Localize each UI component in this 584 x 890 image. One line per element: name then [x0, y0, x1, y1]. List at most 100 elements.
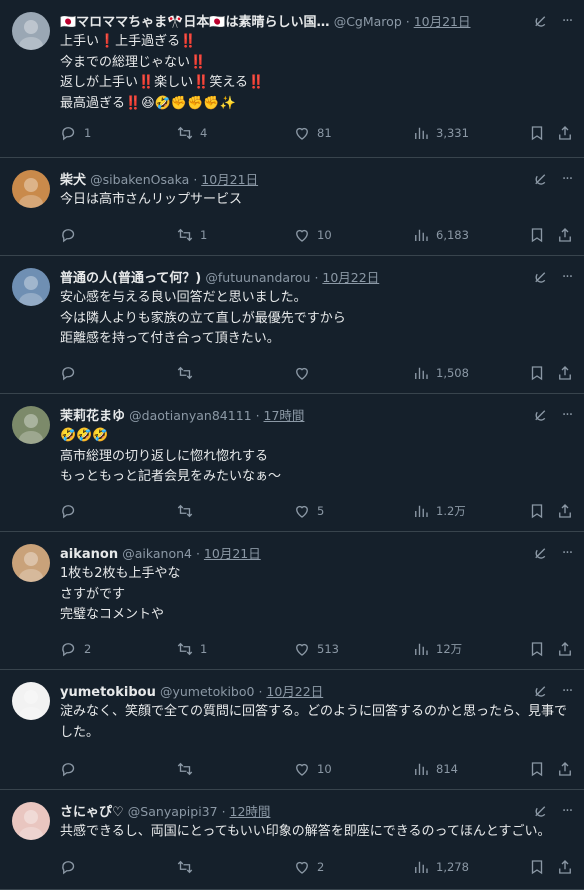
reply-tweet[interactable]: aikanon @aikanon4 · 10月21日 ··· 1枚も2枚も上手やなさ…	[0, 532, 584, 670]
timestamp[interactable]: 10月21日	[201, 172, 258, 187]
grok-button[interactable]	[532, 544, 550, 564]
like-button[interactable]	[293, 362, 317, 384]
reply-tweet[interactable]: 普通の人(普通って何？) @futuunandarou · 10月22日 ··· 安…	[0, 256, 584, 394]
display-name[interactable]: 🇯🇵マロママちゃま🎌日本🇯🇵は素晴らしい国…	[60, 15, 330, 30]
user-handle[interactable]: @yumetokibo0	[160, 684, 254, 699]
avatar[interactable]	[12, 268, 50, 306]
grok-button[interactable]	[532, 268, 550, 288]
more-options-button[interactable]: ···	[558, 682, 576, 702]
more-options-button[interactable]: ···	[558, 406, 576, 426]
views-button[interactable]: 12万	[412, 638, 462, 660]
share-button[interactable]	[556, 758, 574, 780]
reply-tweet[interactable]: yumetokibou @yumetokibo0 · 10月22日 ··· 淀みなく…	[0, 670, 584, 790]
views-button[interactable]: 1.2万	[412, 500, 466, 522]
retweet-button[interactable]: 1	[176, 638, 207, 660]
like-button[interactable]: 5	[293, 500, 324, 522]
views-button[interactable]: 1,508	[412, 362, 469, 384]
retweet-button[interactable]: 4	[176, 122, 207, 144]
grok-icon	[535, 410, 546, 421]
retweet-button[interactable]	[176, 856, 200, 878]
reply-button[interactable]: 2	[60, 638, 91, 660]
reply-button[interactable]	[60, 856, 84, 878]
reply-button[interactable]	[60, 362, 84, 384]
like-button[interactable]: 10	[293, 224, 332, 246]
grok-button[interactable]	[532, 12, 550, 32]
reply-icon	[62, 127, 75, 141]
reply-tweet[interactable]: さにゃぴ♡ @Sanyapipi37 · 12時間 ··· 共感できるし、両国にとっ…	[0, 790, 584, 890]
avatar[interactable]	[12, 682, 50, 720]
timestamp[interactable]: 10月22日	[322, 270, 379, 285]
more-options-button[interactable]: ···	[558, 802, 576, 822]
more-options-button[interactable]: ···	[558, 170, 576, 190]
avatar[interactable]	[12, 802, 50, 840]
views-button[interactable]: 1,278	[412, 856, 469, 878]
timestamp[interactable]: 17時間	[264, 408, 305, 423]
bookmark-button[interactable]	[528, 500, 546, 522]
user-handle[interactable]: @sibakenOsaka	[90, 172, 189, 187]
bookmark-button[interactable]	[528, 224, 546, 246]
display-name[interactable]: 普通の人(普通って何？)	[60, 271, 201, 286]
tweet-header: 普通の人(普通って何？) @futuunandarou · 10月22日 ···	[60, 268, 584, 288]
tweet-text-line: 淀みなく、笑顔で全ての質問に回答する。どのように回答するのかと思ったら、見事でし…	[60, 704, 568, 740]
bookmark-button[interactable]	[528, 638, 546, 660]
like-button[interactable]: 10	[293, 758, 332, 780]
user-handle[interactable]: @CgMarop	[334, 14, 402, 29]
views-button[interactable]: 3,331	[412, 122, 469, 144]
avatar[interactable]	[12, 406, 50, 444]
user-handle[interactable]: @Sanyapipi37	[128, 804, 218, 819]
grok-button[interactable]	[532, 406, 550, 426]
timestamp[interactable]: 10月22日	[266, 684, 323, 699]
avatar[interactable]	[12, 170, 50, 208]
share-button[interactable]	[556, 362, 574, 384]
bookmark-button[interactable]	[528, 122, 546, 144]
timestamp[interactable]: 10月21日	[204, 546, 261, 561]
share-button[interactable]	[556, 500, 574, 522]
more-options-button[interactable]: ···	[558, 544, 576, 564]
grok-button[interactable]	[532, 170, 550, 190]
share-button[interactable]	[556, 224, 574, 246]
reply-button[interactable]	[60, 500, 84, 522]
retweet-button[interactable]	[176, 500, 200, 522]
timestamp[interactable]: 10月21日	[414, 14, 471, 29]
user-handle[interactable]: @futuunandarou	[205, 270, 310, 285]
reply-button[interactable]	[60, 224, 84, 246]
display-name[interactable]: aikanon	[60, 547, 118, 562]
timestamp[interactable]: 12時間	[230, 804, 271, 819]
display-name[interactable]: さにゃぴ♡	[60, 805, 124, 820]
bookmark-button[interactable]	[528, 856, 546, 878]
more-options-button[interactable]: ···	[558, 12, 576, 32]
reply-button[interactable]	[60, 758, 84, 780]
display-name[interactable]: 柴犬	[60, 173, 86, 188]
like-button[interactable]: 2	[293, 856, 324, 878]
retweet-button[interactable]	[176, 362, 200, 384]
avatar[interactable]	[12, 12, 50, 50]
like-button[interactable]: 513	[293, 638, 339, 660]
user-handle[interactable]: @aikanon4	[122, 546, 192, 561]
reply-tweet[interactable]: 茉莉花まゆ @daotianyan84111 · 17時間 ··· 🤣🤣🤣 高市総理の…	[0, 394, 584, 532]
more-options-button[interactable]: ···	[558, 268, 576, 288]
bookmark-button[interactable]	[528, 362, 546, 384]
grok-icon	[535, 806, 546, 817]
share-button[interactable]	[556, 122, 574, 144]
like-button[interactable]: 81	[293, 122, 332, 144]
reply-button[interactable]: 1	[60, 122, 91, 144]
views-button[interactable]: 6,183	[412, 224, 469, 246]
reply-tweet[interactable]: 🇯🇵マロママちゃま🎌日本🇯🇵は素晴らしい国… @CgMarop · 10月21日…	[0, 0, 584, 158]
bookmark-button[interactable]	[528, 758, 546, 780]
grok-button[interactable]	[532, 682, 550, 702]
like-icon	[296, 861, 308, 874]
reply-tweet[interactable]: 柴犬 @sibakenOsaka · 10月21日 ··· 今日は高市さんリップサー…	[0, 158, 584, 256]
share-button[interactable]	[556, 638, 574, 660]
grok-button[interactable]	[532, 802, 550, 822]
reply-icon	[62, 763, 75, 777]
views-icon	[415, 763, 428, 775]
user-handle[interactable]: @daotianyan84111	[129, 408, 251, 423]
share-button[interactable]	[556, 856, 574, 878]
retweet-button[interactable]	[176, 758, 200, 780]
bookmark-icon	[531, 366, 543, 381]
display-name[interactable]: 茉莉花まゆ	[60, 409, 125, 424]
views-button[interactable]: 814	[412, 758, 458, 780]
display-name[interactable]: yumetokibou	[60, 685, 156, 700]
avatar[interactable]	[12, 544, 50, 582]
retweet-button[interactable]: 1	[176, 224, 207, 246]
